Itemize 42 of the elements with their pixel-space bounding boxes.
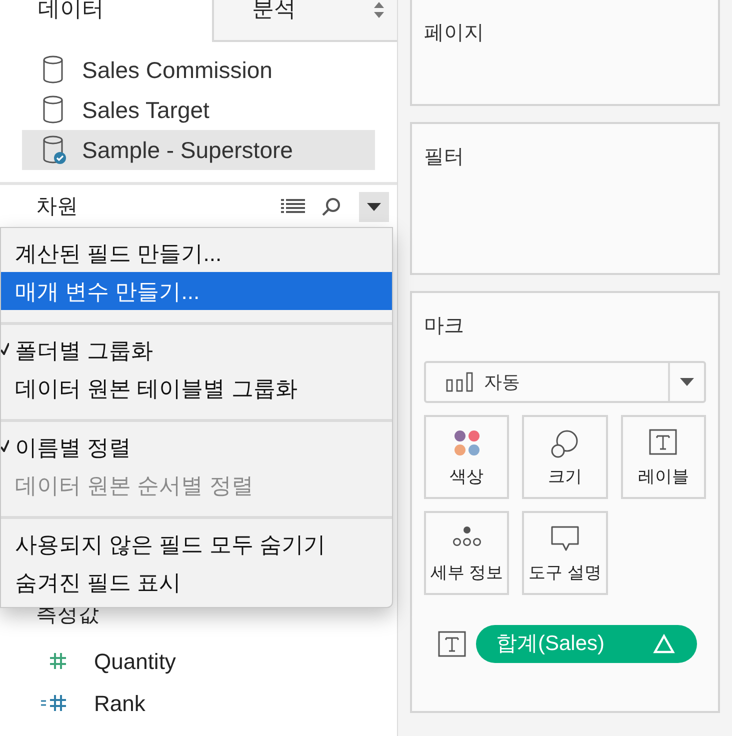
mark-button[interactable]: 크기 xyxy=(522,415,608,499)
mark-button[interactable]: 색상 xyxy=(424,415,510,499)
dots-icon xyxy=(450,525,483,549)
sort-arrows-icon xyxy=(373,2,385,18)
menu-item[interactable]: 데이터 원본 테이블별 그룹화 xyxy=(1,369,392,407)
text-box-icon xyxy=(438,631,466,657)
checkmark-icon xyxy=(1,343,9,355)
four-dots-icon xyxy=(452,429,481,457)
menu-item[interactable]: 사용되지 않은 필드 모두 숨기기 xyxy=(1,525,392,563)
mark-button[interactable]: 도구 설명 xyxy=(522,511,608,595)
mark-button[interactable]: 레이블 xyxy=(620,415,706,499)
section-title: 차원 xyxy=(36,194,79,220)
caret-icon xyxy=(680,378,694,386)
menu-item[interactable]: 계산된 필드 만들기... xyxy=(1,234,392,272)
mark-button[interactable]: 세부 정보 xyxy=(424,511,510,595)
checkmark-icon xyxy=(1,440,9,452)
mark-type-dropdown[interactable]: 자동 xyxy=(424,361,706,403)
triangle-icon xyxy=(653,634,675,654)
dropdown-button[interactable] xyxy=(359,192,389,222)
text-box-icon xyxy=(649,429,678,455)
menu-item[interactable]: 이름별 정렬 xyxy=(1,428,392,466)
measure-item[interactable]: Quantity xyxy=(94,644,176,678)
hash-icon xyxy=(48,651,68,671)
database-check-icon xyxy=(42,135,68,165)
equals-hash-icon xyxy=(40,693,68,713)
menu-item[interactable]: 폴더별 그룹화 xyxy=(1,331,392,369)
caret-icon xyxy=(367,203,381,211)
card-title: 마크 xyxy=(424,315,464,337)
pill-label: 합계(Sales) xyxy=(496,631,605,658)
data-source-item[interactable]: Sample - Superstore xyxy=(22,130,375,170)
search-icon[interactable] xyxy=(321,197,341,217)
menu-item[interactable]: 숨겨진 필드 표시 xyxy=(1,563,392,601)
circles-icon xyxy=(550,429,580,459)
card-title: 페이지 xyxy=(424,22,484,44)
speech-bubble-icon xyxy=(550,525,580,553)
data-source-item[interactable]: Sales Target xyxy=(22,90,375,130)
card-title: 필터 xyxy=(424,146,464,168)
list-view-icon[interactable] xyxy=(281,199,305,215)
measure-item[interactable]: Rank xyxy=(94,686,146,720)
data-source-item[interactable]: Sales Commission xyxy=(22,50,375,90)
menu-item[interactable]: 매개 변수 만들기... xyxy=(1,272,392,310)
bar-chart-icon xyxy=(446,372,474,392)
